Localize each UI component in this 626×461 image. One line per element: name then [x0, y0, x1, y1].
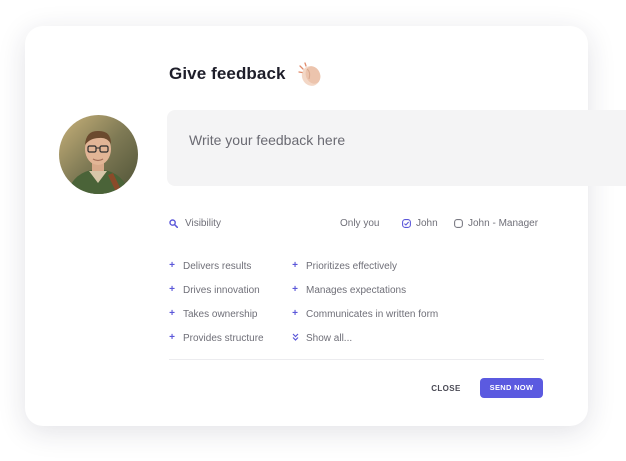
- plus-icon: +: [169, 284, 175, 295]
- send-now-button[interactable]: SEND NOW: [480, 378, 543, 398]
- tag-label: Drives innovation: [183, 284, 260, 296]
- close-button[interactable]: CLOSE: [424, 382, 468, 396]
- plus-icon: +: [292, 260, 298, 271]
- tag-delivers-results[interactable]: + Delivers results: [169, 254, 264, 278]
- tag-manages-expectations[interactable]: + Manages expectations: [292, 278, 438, 302]
- visibility-option-label: John: [416, 218, 438, 229]
- plus-icon: +: [169, 260, 175, 271]
- tag-label: Prioritizes effectively: [306, 260, 397, 272]
- feedback-placeholder: Write your feedback here: [189, 132, 346, 148]
- magnifier-icon: [169, 219, 179, 229]
- plus-icon: +: [292, 284, 298, 295]
- avatar: [59, 115, 138, 194]
- double-chevron-down-icon: [292, 333, 299, 344]
- plus-icon: +: [169, 332, 175, 343]
- visibility-option-label: John - Manager: [468, 218, 539, 229]
- tag-label: Takes ownership: [183, 308, 258, 320]
- clapping-hands-icon: [296, 60, 324, 88]
- tag-label: Provides structure: [183, 332, 264, 344]
- visibility-label: Visibility: [185, 218, 221, 229]
- plus-icon: +: [169, 308, 175, 319]
- visibility-label-group: Visibility: [169, 218, 221, 229]
- radio-unchecked-icon: [454, 219, 463, 228]
- feedback-input[interactable]: Write your feedback here: [167, 110, 626, 186]
- visibility-option-john-manager[interactable]: John - Manager: [454, 218, 538, 229]
- tag-takes-ownership[interactable]: + Takes ownership: [169, 302, 264, 326]
- tag-drives-innovation[interactable]: + Drives innovation: [169, 278, 264, 302]
- divider: [169, 359, 544, 360]
- tag-label: Manages expectations: [306, 284, 407, 296]
- visibility-option-john[interactable]: John: [402, 218, 438, 229]
- tag-list-left: + Delivers results + Drives innovation +…: [169, 254, 264, 350]
- visibility-row: Visibility Only you John John - Manager: [169, 218, 544, 234]
- radio-checked-icon: [402, 219, 411, 228]
- tag-prioritizes-effectively[interactable]: + Prioritizes effectively: [292, 254, 438, 278]
- header: Give feedback: [169, 59, 324, 89]
- show-all-label: Show all...: [306, 332, 353, 344]
- tag-provides-structure[interactable]: + Provides structure: [169, 326, 264, 350]
- tag-list-right: + Prioritizes effectively + Manages expe…: [292, 254, 438, 350]
- tag-label: Delivers results: [183, 260, 252, 272]
- visibility-option-label: Only you: [340, 218, 380, 229]
- plus-icon: +: [292, 308, 298, 319]
- tag-label: Communicates in written form: [306, 308, 439, 320]
- tag-communicates-in-written-form[interactable]: + Communicates in written form: [292, 302, 438, 326]
- page-title: Give feedback: [169, 64, 286, 83]
- show-all-link[interactable]: Show all...: [292, 326, 438, 350]
- visibility-option-only-you[interactable]: Only you: [340, 218, 379, 229]
